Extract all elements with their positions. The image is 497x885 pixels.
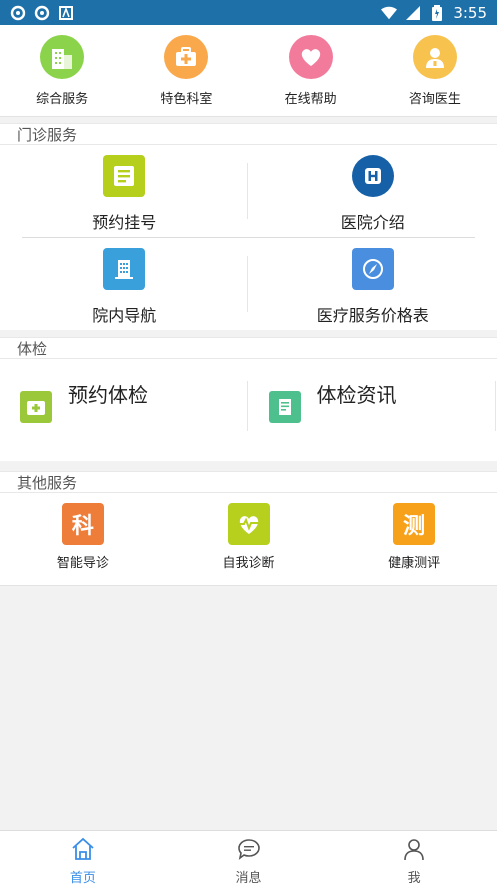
user-icon	[401, 837, 427, 865]
other-label: 智能导诊	[56, 556, 109, 571]
status-bar: 3:55	[0, 0, 497, 25]
ce-icon: 测	[393, 503, 436, 545]
price-list-button[interactable]: 医疗服务价格表	[249, 238, 497, 330]
book-exam-button[interactable]: 预约体检	[0, 359, 249, 451]
compass-icon	[351, 248, 394, 290]
tab-bar: 首页 消息 我	[0, 830, 497, 885]
self-diagnosis-button[interactable]: 自我诊断	[166, 493, 332, 585]
divider	[247, 256, 248, 312]
exam-label: 预约体检	[68, 383, 148, 407]
nav-consult-doctor[interactable]: 咨询医生	[373, 25, 497, 116]
other-label: 自我诊断	[222, 556, 275, 571]
sync-icon	[34, 5, 50, 21]
top-nav: 综合服务 特色科室 在线帮助 咨询医生	[0, 25, 497, 117]
divider	[247, 163, 248, 219]
outpatient-section: 门诊服务 预约挂号 医院介绍 院内导航 医疗服务价格表	[0, 123, 497, 330]
building-nav-icon	[103, 248, 146, 290]
tab-label: 消息	[235, 871, 262, 885]
other-label: 健康测评	[388, 556, 441, 571]
wifi-icon	[381, 5, 398, 21]
tab-label: 首页	[69, 871, 96, 885]
heartbeat-icon	[227, 503, 270, 545]
health-assessment-button[interactable]: 测 健康测评	[331, 493, 497, 585]
tab-label: 我	[407, 871, 421, 885]
smart-triage-button[interactable]: 科 智能导诊	[0, 493, 166, 585]
exam-label: 体检资讯	[316, 383, 397, 407]
exam-news-button[interactable]: 体检资讯	[249, 359, 497, 451]
grid-label: 医疗服务价格表	[316, 306, 429, 325]
outpatient-grid: 预约挂号 医院介绍 院内导航 医疗服务价格表	[0, 145, 497, 330]
home-icon	[70, 837, 96, 865]
appointment-register-button[interactable]: 预约挂号	[0, 145, 249, 237]
nav-label: 综合服务	[36, 92, 89, 107]
tab-me[interactable]: 我	[331, 831, 497, 885]
nav-special-department[interactable]: 特色科室	[124, 25, 248, 116]
section-title: 其他服务	[0, 471, 497, 493]
battery-icon	[429, 4, 445, 21]
nav-label: 咨询医生	[408, 92, 461, 107]
nav-label: 在线帮助	[284, 92, 337, 107]
section-title: 体检	[0, 337, 497, 359]
tab-messages[interactable]: 消息	[166, 831, 332, 885]
hospital-icon	[351, 155, 394, 197]
nav-label: 特色科室	[160, 92, 213, 107]
hospital-intro-button[interactable]: 医院介绍	[249, 145, 497, 237]
hospital-navigation-button[interactable]: 院内导航	[0, 238, 249, 330]
document-icon	[268, 391, 301, 423]
grid-label: 院内导航	[92, 306, 157, 325]
medkit-icon	[20, 391, 52, 423]
nav-online-help[interactable]: 在线帮助	[249, 25, 373, 116]
other-section: 其他服务 科 智能导诊 自我诊断 测 健康测评	[0, 471, 497, 586]
ke-icon: 科	[61, 503, 104, 545]
sync-icon	[10, 5, 26, 21]
signal-icon	[405, 5, 421, 21]
message-icon	[236, 837, 262, 865]
first-aid-icon	[164, 35, 209, 79]
exam-section: 体检 预约体检 体检资讯	[0, 337, 497, 461]
doctor-icon	[412, 35, 457, 79]
building-icon	[40, 35, 85, 79]
nav-comprehensive-service[interactable]: 综合服务	[0, 25, 124, 116]
section-title: 门诊服务	[0, 123, 497, 145]
heart-icon	[288, 35, 333, 79]
clock: 3:55	[453, 3, 487, 22]
grid-label: 预约挂号	[92, 213, 157, 232]
grid-label: 医院介绍	[340, 213, 405, 232]
register-icon	[103, 155, 146, 197]
tab-home[interactable]: 首页	[0, 831, 166, 885]
a-icon	[58, 5, 74, 21]
